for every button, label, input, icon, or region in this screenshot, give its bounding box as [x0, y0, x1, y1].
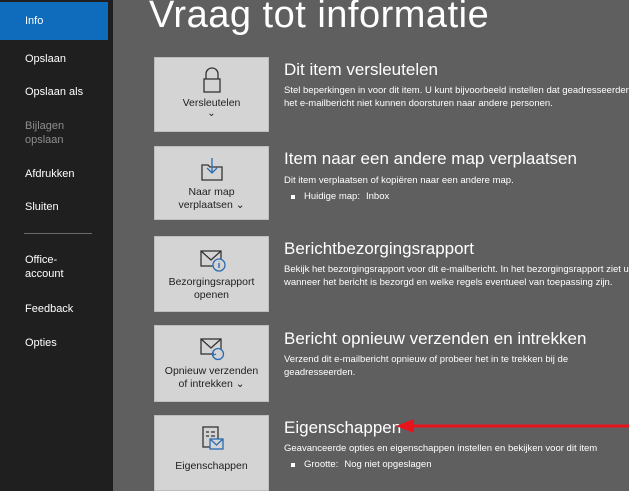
move-description: Dit item verplaatsen of kopiëren naar ee…: [284, 175, 514, 186]
properties-title: Eigenschappen: [284, 418, 402, 437]
current-folder-info: Huidige map: Inbox: [291, 191, 389, 202]
sidebar-item-label: Opslaan als: [25, 86, 84, 98]
move-to-folder-button[interactable]: Naar map verplaatsen ⌄: [154, 146, 269, 220]
backstage-sidebar: Info Opslaan Opslaan als Bijlagen opslaa…: [0, 0, 113, 491]
delivery-report-button[interactable]: Bezorgingsrapport openen: [154, 236, 269, 312]
properties-button[interactable]: Eigenschappen: [154, 415, 269, 491]
resend-label-line1: Opnieuw verzenden: [164, 365, 259, 377]
properties-label: Eigenschappen: [175, 460, 248, 472]
delivery-label-line2: openen: [193, 289, 230, 301]
resend-title: Bericht opnieuw verzenden en intrekken: [284, 329, 587, 348]
sidebar-divider: [24, 233, 92, 234]
resend-description: Verzend dit e-mailbericht opnieuw of pro…: [284, 354, 569, 378]
move-title: Item naar een andere map verplaatsen: [284, 149, 577, 168]
sidebar-item-label: Opties: [25, 337, 57, 349]
current-folder-value: Inbox: [365, 191, 390, 202]
current-folder-key: Huidige map:: [304, 191, 360, 202]
sidebar-item-print[interactable]: Afdrukken: [0, 167, 113, 181]
properties-description: Geavanceerde opties en eigenschappen ins…: [284, 443, 598, 454]
sidebar-item-label: Office-account: [25, 254, 64, 280]
sidebar-item-label: Afdrukken: [25, 168, 75, 180]
sidebar-item-label: Bijlagen opslaan: [25, 120, 65, 146]
size-value: Nog niet opgeslagen: [344, 459, 432, 470]
encrypt-button[interactable]: Versleutelen ⌄: [154, 57, 269, 132]
move-label-line1: Naar map: [188, 186, 235, 198]
chevron-down-icon: ⌄: [207, 108, 216, 119]
sidebar-item-feedback[interactable]: Feedback: [0, 302, 113, 316]
envelope-info-icon: [199, 250, 226, 272]
size-info: Grootte: Nog niet opgeslagen: [291, 459, 431, 470]
move-folder-icon: [200, 158, 223, 181]
sidebar-item-save-attachments: Bijlagen opslaan: [0, 119, 90, 147]
delivery-title: Berichtbezorgingsrapport: [284, 239, 474, 258]
delivery-description: Bekijk het bezorgingsrapport voor dit e-…: [284, 264, 629, 288]
sidebar-item-label: Info: [25, 15, 44, 27]
sidebar-item-info[interactable]: Info: [0, 2, 108, 40]
encrypt-title: Dit item versleutelen: [284, 60, 439, 79]
sidebar-item-label: Opslaan: [25, 53, 66, 65]
sidebar-item-save[interactable]: Opslaan: [0, 52, 113, 66]
sidebar-item-label: Feedback: [25, 303, 74, 315]
red-arrow-annotation: [396, 419, 629, 433]
size-key: Grootte:: [304, 459, 339, 470]
lock-icon: [202, 67, 221, 93]
properties-icon: [201, 426, 224, 450]
encrypt-description: Stel beperkingen in voor dit item. U kun…: [284, 85, 629, 109]
sidebar-item-save-as[interactable]: Opslaan als: [0, 85, 113, 99]
move-label-line2: verplaatsen ⌄: [178, 199, 245, 211]
sidebar-item-options[interactable]: Opties: [0, 336, 113, 350]
envelope-resend-icon: [199, 338, 224, 361]
sidebar-item-office-account[interactable]: Office-account: [0, 253, 90, 281]
info-pane: Vraag tot informatie Versleutelen ⌄ Dit …: [113, 0, 629, 491]
bullet-icon: [291, 194, 295, 199]
page-title: Vraag tot informatie: [149, 0, 490, 36]
sidebar-item-label: Sluiten: [25, 201, 59, 213]
sidebar-item-close[interactable]: Sluiten: [0, 200, 113, 214]
resend-label-line2: of intrekken ⌄: [178, 378, 245, 390]
bullet-icon: [291, 462, 295, 467]
delivery-label-line1: Bezorgingsrapport: [168, 276, 255, 288]
resend-recall-button[interactable]: Opnieuw verzenden of intrekken ⌄: [154, 325, 269, 402]
